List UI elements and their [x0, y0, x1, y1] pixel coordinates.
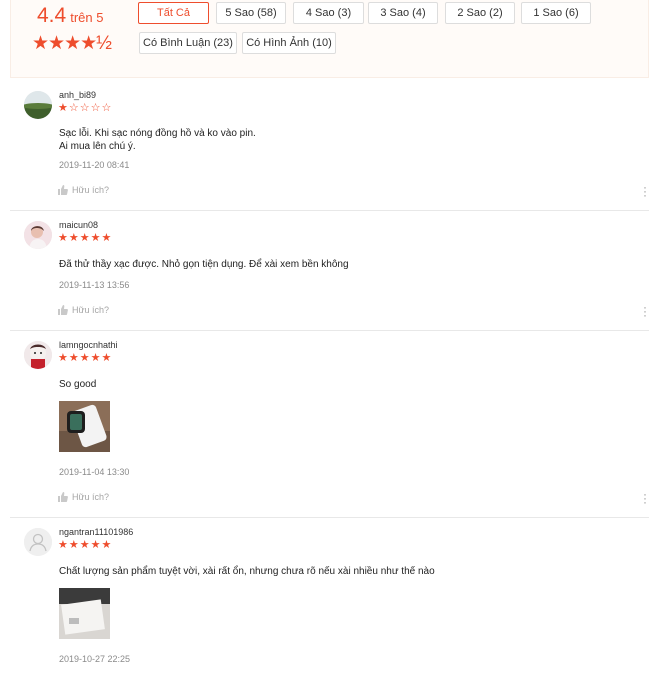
filter-4-stars[interactable]: 4 Sao (3): [293, 2, 364, 24]
review-item: lamngocnhathi ★★★★★ So good 2019-11-04 1…: [10, 330, 649, 518]
avatar-portrait-image: [24, 221, 52, 249]
rating-score: 4.4 trên 5: [37, 4, 103, 28]
filter-1-star[interactable]: 1 Sao (6): [521, 2, 591, 24]
review-rating-stars-icon: ★★★★★: [58, 232, 113, 244]
review-item: maicun08 ★★★★★ Đã thử thầy xạc được. Nhỏ…: [10, 210, 649, 331]
avatar[interactable]: [24, 221, 52, 249]
review-content: Sạc lỗi. Khi sạc nóng đồng hồ và ko vào …: [59, 127, 256, 153]
review-username[interactable]: lamngocnhathi: [59, 340, 118, 350]
product-photo-watch-charger: [59, 401, 110, 452]
review-text-line: Sạc lỗi. Khi sạc nóng đồng hồ và ko vào …: [59, 128, 256, 139]
score-value: 4.4: [37, 4, 67, 27]
review-content: Đã thử thầy xạc được. Nhỏ gọn tiện dụng.…: [59, 258, 349, 271]
helpful-label: Hữu ích?: [72, 185, 110, 195]
avatar-cartoon-image: [24, 341, 52, 369]
review-photo[interactable]: [59, 401, 110, 452]
helpful-button[interactable]: Hữu ích?: [58, 185, 109, 195]
review-date: 2019-11-04 13:30: [59, 467, 130, 477]
summary-stars-icon: ★★★★½: [32, 33, 112, 54]
review-username[interactable]: anh_bi89: [59, 90, 96, 100]
filter-2-stars[interactable]: 2 Sao (2): [445, 2, 515, 24]
filled-star-icon: ★: [58, 102, 69, 114]
review-photo[interactable]: [59, 588, 110, 639]
helpful-button[interactable]: Hữu ích?: [58, 492, 109, 502]
review-date: 2019-10-27 22:25: [59, 654, 131, 664]
review-text-line: Chất lượng sản phẩm tuyệt vời, xài rất ổ…: [59, 566, 435, 577]
review-content: So good: [59, 378, 96, 391]
avatar[interactable]: [24, 91, 52, 119]
more-vertical-icon[interactable]: · · ·: [641, 301, 649, 321]
filter-all[interactable]: Tất Cả: [138, 2, 209, 24]
review-username[interactable]: ngantran11101986: [59, 527, 133, 537]
review-date: 2019-11-13 13:56: [59, 280, 130, 290]
user-icon: [24, 528, 52, 556]
product-photo-box: [59, 588, 110, 639]
avatar-landscape-image: [24, 91, 52, 119]
avatar[interactable]: [24, 341, 52, 369]
review-content: Chất lượng sản phẩm tuyệt vời, xài rất ổ…: [59, 565, 435, 578]
helpful-button[interactable]: Hữu ích?: [58, 305, 109, 315]
review-date: 2019-11-20 08:41: [59, 160, 130, 170]
empty-star-icon: ☆☆☆☆: [68, 102, 113, 114]
thumbs-up-icon: [58, 305, 68, 315]
review-text-line: Đã thử thầy xạc được. Nhỏ gọn tiện dụng.…: [59, 259, 349, 270]
more-vertical-icon[interactable]: · · ·: [641, 181, 649, 201]
helpful-label: Hữu ích?: [72, 492, 110, 502]
filter-with-comments[interactable]: Có Bình Luận (23): [139, 32, 237, 54]
filter-3-stars[interactable]: 3 Sao (4): [368, 2, 438, 24]
review-username[interactable]: maicun08: [59, 220, 98, 230]
review-item: ngantran11101986 ★★★★★ Chất lượng sản ph…: [10, 517, 649, 677]
review-text-line: So good: [59, 379, 97, 390]
review-rating-stars-icon: ★☆☆☆☆: [58, 101, 112, 114]
thumbs-up-icon: [58, 492, 68, 502]
avatar[interactable]: [24, 528, 52, 556]
more-vertical-icon[interactable]: · · ·: [641, 488, 649, 508]
rating-summary: 4.4 trên 5 ★★★★½ Tất Cả 5 Sao (58) 4 Sao …: [10, 0, 649, 78]
filter-with-images[interactable]: Có Hình Ảnh (10): [242, 32, 336, 54]
thumbs-up-icon: [58, 185, 68, 195]
review-rating-stars-icon: ★★★★★: [58, 539, 113, 551]
review-rating-stars-icon: ★★★★★: [58, 352, 113, 364]
helpful-label: Hữu ích?: [72, 305, 110, 315]
score-suffix: trên 5: [70, 10, 104, 25]
review-text-line: Ai mua lên chú ý.: [59, 141, 136, 152]
filter-5-stars[interactable]: 5 Sao (58): [216, 2, 286, 24]
review-item: anh_bi89 ★☆☆☆☆ Sạc lỗi. Khi sạc nóng đồn…: [10, 80, 649, 211]
